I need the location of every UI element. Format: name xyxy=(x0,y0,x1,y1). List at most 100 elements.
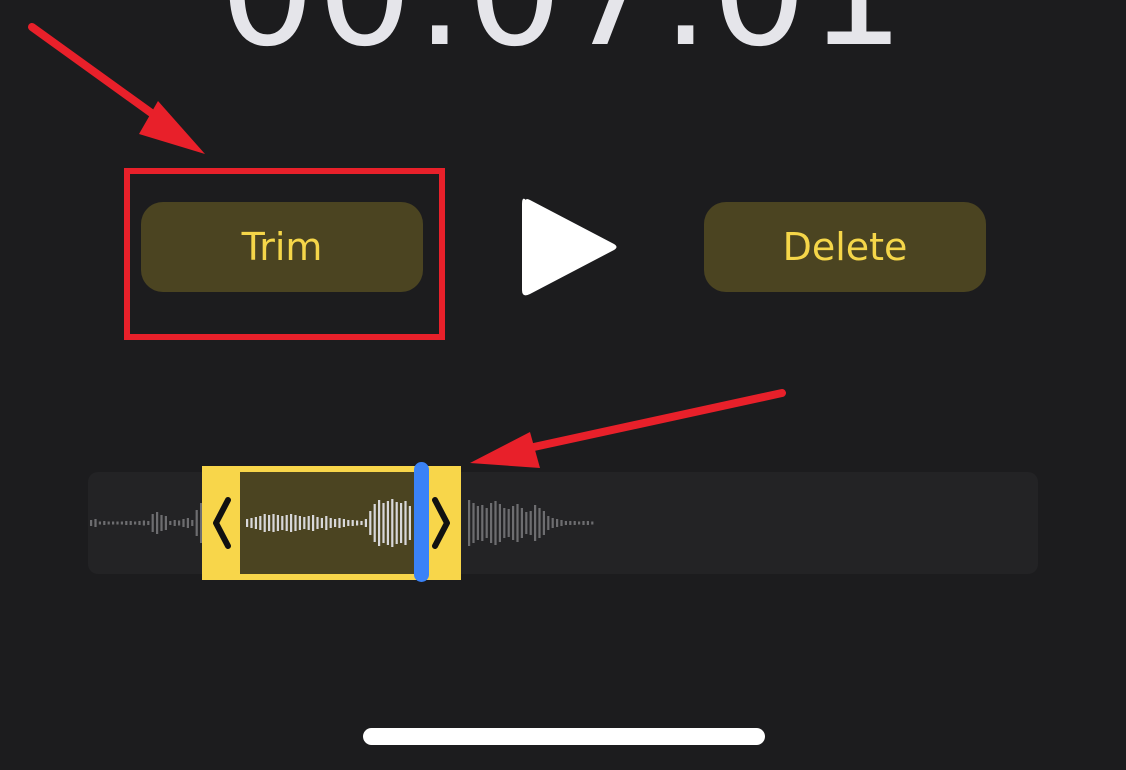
waveform-bar xyxy=(378,500,381,546)
waveform-bar xyxy=(169,521,172,525)
waveform-bar xyxy=(498,504,501,542)
arrow-icon xyxy=(470,389,786,468)
waveform-bar xyxy=(173,520,176,526)
waveform-bar xyxy=(312,515,315,531)
waveform-bar xyxy=(404,501,407,545)
waveform-bar xyxy=(120,521,123,525)
elapsed-time: 00:07.01 xyxy=(0,0,1126,68)
waveform-bar xyxy=(186,518,189,528)
waveform-bar xyxy=(356,520,359,526)
waveform-bar xyxy=(246,519,249,527)
waveform-bar xyxy=(254,517,257,529)
waveform-bar xyxy=(547,516,550,530)
waveform-bar xyxy=(582,521,585,525)
waveform-bar xyxy=(408,506,411,540)
waveform-bar xyxy=(382,503,385,543)
waveform-bar xyxy=(195,510,198,536)
play-icon[interactable] xyxy=(520,192,620,302)
waveform-bar xyxy=(591,521,594,525)
waveform-bar xyxy=(564,521,567,525)
waveform-bar xyxy=(481,505,484,541)
waveform-bar xyxy=(250,518,253,528)
waveform-bar xyxy=(507,509,510,537)
waveform-bar xyxy=(516,504,519,542)
waveform-bar xyxy=(112,521,115,525)
waveform-bar xyxy=(138,521,141,525)
waveform-bar xyxy=(281,516,284,530)
waveform-bar xyxy=(395,502,398,544)
waveform-bar xyxy=(400,503,403,543)
waveform-bar xyxy=(107,521,110,525)
waveform-bar xyxy=(347,520,350,526)
waveform-bar xyxy=(147,521,150,525)
waveform-bar xyxy=(290,514,293,532)
delete-button[interactable]: Delete xyxy=(704,202,986,292)
waveform-bar xyxy=(472,503,475,543)
waveform-bar xyxy=(538,508,541,538)
chevron-right-icon[interactable] xyxy=(429,496,453,550)
waveform-bar xyxy=(569,521,572,525)
waveform-bar xyxy=(320,518,323,528)
waveform-bar xyxy=(334,519,337,527)
waveform-bar xyxy=(338,518,341,528)
annotation-overlay xyxy=(28,23,786,468)
waveform-bar xyxy=(391,499,394,547)
waveform-bar xyxy=(556,519,559,527)
waveform-bar xyxy=(364,519,367,527)
waveform-bar xyxy=(468,500,471,546)
waveform-bar xyxy=(551,518,554,528)
waveform-bar xyxy=(151,514,154,532)
waveform-bar xyxy=(534,505,537,541)
waveform-bar xyxy=(485,508,488,538)
trim-button[interactable]: Trim xyxy=(141,202,423,292)
waveform-bar xyxy=(303,517,306,529)
waveform-bar xyxy=(178,520,181,526)
waveform-bar xyxy=(94,519,97,527)
waveform-bar xyxy=(386,501,389,545)
waveform-bar xyxy=(342,519,345,527)
waveform-bar xyxy=(529,511,532,535)
waveform-bar xyxy=(268,515,271,531)
waveform-bar xyxy=(316,517,319,529)
waveform-bar xyxy=(298,516,301,530)
waveform-bar xyxy=(191,520,194,526)
waveform-bar xyxy=(373,504,376,542)
waveform-bar xyxy=(325,516,328,530)
waveform-bar xyxy=(125,521,128,525)
chevron-left-icon[interactable] xyxy=(210,496,234,550)
waveform-bar xyxy=(142,520,145,526)
waveform-bar xyxy=(294,515,297,531)
waveform-bar xyxy=(116,521,119,525)
home-indicator[interactable] xyxy=(363,728,765,745)
waveform-bar xyxy=(573,521,576,525)
waveform-bar xyxy=(156,512,159,534)
waveform-bar xyxy=(276,515,279,531)
waveform-selected xyxy=(246,499,411,547)
waveform-bar xyxy=(103,521,106,525)
waveform-bar xyxy=(329,518,332,528)
waveform-bar xyxy=(578,521,581,525)
waveform-bar xyxy=(560,520,563,526)
waveform-bar xyxy=(351,520,354,526)
waveform-bar xyxy=(360,521,363,525)
waveform-bar xyxy=(490,503,493,543)
waveform-bar xyxy=(307,516,310,530)
waveform-bar xyxy=(259,516,262,530)
waveform-bar xyxy=(542,511,545,535)
waveform-bar xyxy=(98,521,101,525)
waveform-bar xyxy=(272,514,275,532)
waveform-bar xyxy=(503,508,506,538)
waveform-bar xyxy=(90,520,93,526)
waveform-bar xyxy=(164,516,167,530)
waveform-bar xyxy=(520,508,523,538)
waveform-bar xyxy=(160,515,163,531)
waveform-bar xyxy=(586,521,589,525)
waveform-bar xyxy=(263,514,266,532)
waveform-bar xyxy=(182,519,185,527)
waveform-bar xyxy=(525,512,528,534)
waveform-bar xyxy=(134,521,137,525)
waveform-bar xyxy=(129,521,132,525)
waveform-bar xyxy=(476,506,479,540)
waveform-bar xyxy=(512,506,515,540)
playhead[interactable] xyxy=(414,462,429,582)
